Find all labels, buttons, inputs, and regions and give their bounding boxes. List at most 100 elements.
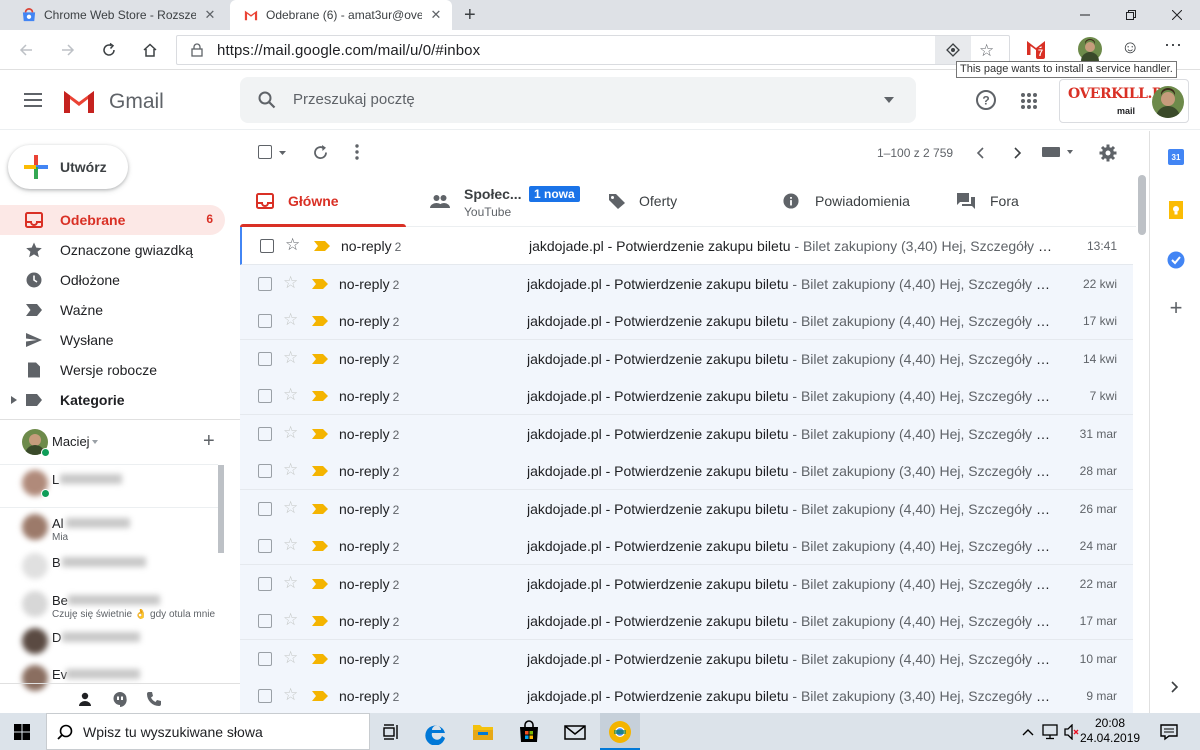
close-window-icon[interactable] [1154,0,1200,30]
row-checkbox[interactable] [258,389,272,403]
tasks-icon[interactable] [1167,251,1185,269]
row-checkbox[interactable] [258,351,272,366]
taskbar-search-input[interactable]: Wpisz tu wyszukiwane słowa [83,724,263,740]
google-apps-icon[interactable] [1020,92,1038,110]
important-marker-icon[interactable] [312,578,328,589]
close-tab-icon[interactable]: ✕ [202,7,218,23]
windows-start-icon[interactable] [14,724,30,740]
gmail-logo-icon[interactable] [62,88,96,114]
volume-muted-icon[interactable] [1064,724,1080,740]
star-toggle-icon[interactable]: ☆ [283,648,298,667]
expand-side-panel-icon[interactable] [1171,681,1179,693]
smiley-feedback-icon[interactable]: ☺ [1121,37,1139,58]
back-icon[interactable] [14,38,38,62]
important-marker-icon[interactable] [312,316,328,326]
important-marker-icon[interactable] [312,278,328,289]
important-marker-icon[interactable] [312,391,328,401]
star-toggle-icon[interactable]: ☆ [283,386,298,404]
phone-tab[interactable] [146,691,162,712]
email-row[interactable]: ☆ no-reply 2 jakdojade.pl - Potwierdzenie z… [240,639,1133,678]
star-toggle-icon[interactable]: ☆ [283,348,298,367]
nav-important[interactable]: Ważne [0,295,225,325]
star-toggle-icon[interactable]: ☆ [283,611,298,629]
mail-app-icon[interactable] [562,719,588,745]
show-hidden-icons[interactable] [1022,728,1034,736]
contact-item[interactable]: D [22,624,222,662]
keep-icon[interactable] [1169,201,1183,219]
nav-drafts[interactable]: Wersje robocze [0,355,225,385]
email-row[interactable]: ☆ no-reply 2 jakdojade.pl - Potwierdzenie z… [240,377,1133,415]
nav-sent[interactable]: Wysłane [0,325,225,355]
taskbar-active-app[interactable] [600,713,640,750]
restore-icon[interactable] [1108,0,1154,30]
status-dropdown-icon[interactable] [92,440,98,444]
row-checkbox[interactable] [258,314,272,328]
service-handler-icon[interactable] [935,36,971,64]
row-checkbox[interactable] [258,576,272,591]
row-checkbox[interactable] [258,464,272,478]
star-toggle-icon[interactable]: ☆ [283,273,298,292]
contact-item[interactable]: L [22,466,222,504]
expand-arrow-icon[interactable] [11,396,17,404]
new-conversation-icon[interactable]: + [203,431,215,451]
email-row[interactable]: ☆ no-reply 2 jakdojade.pl - Potwierdzenie z… [240,602,1133,640]
email-row[interactable]: ☆ no-reply 2 jakdojade.pl - Potwierdzenie z… [240,414,1133,453]
refresh-icon[interactable] [312,144,329,161]
email-row[interactable]: ☆ no-reply 2 jakdojade.pl - Potwierdzenie z… [240,677,1133,713]
email-row[interactable]: ☆ no-reply 2 jakdojade.pl - Potwierdzenie z… [240,564,1133,603]
nav-inbox[interactable]: Odebrane 6 [0,205,225,235]
email-row[interactable]: ☆ no-reply 2 jakdojade.pl - Potwierdzenie z… [240,302,1133,340]
star-toggle-icon[interactable]: ☆ [283,461,298,479]
tab-forums[interactable]: Fora [940,175,1114,227]
row-checkbox[interactable] [260,239,274,253]
tab-chrome-web-store[interactable]: Chrome Web Store - Rozszerzenia ✕ [8,0,226,30]
action-center-icon[interactable] [1160,723,1178,741]
star-toggle-icon[interactable]: ☆ [283,311,298,329]
contact-item[interactable]: Al Mia [22,510,222,548]
minimize-icon[interactable] [1062,0,1108,30]
important-marker-icon[interactable] [312,466,328,476]
search-icon[interactable] [258,91,276,109]
scrollbar-thumb[interactable] [1138,175,1146,235]
home-icon[interactable] [138,38,162,62]
important-marker-icon[interactable] [312,353,328,364]
more-options-icon[interactable] [355,144,359,160]
nav-starred[interactable]: Oznaczone gwiazdką [0,235,225,265]
contact-item[interactable]: Be Czuję się świetnie 👌 gdy otula mnie [22,587,222,625]
email-row[interactable]: ☆ no-reply 2 jakdojade.pl - Potwierdzenie z… [240,452,1133,490]
input-tools-icon[interactable] [1042,146,1076,158]
star-toggle-icon[interactable]: ☆ [283,423,298,442]
tab-primary[interactable]: Główne [240,175,406,227]
help-icon[interactable]: ? [975,89,997,111]
row-checkbox[interactable] [258,276,272,291]
row-checkbox[interactable] [258,426,272,441]
search-options-icon[interactable] [884,97,894,103]
nav-categories[interactable]: Kategorie [0,385,225,415]
hangouts-tab[interactable] [112,691,128,712]
newer-page-icon[interactable] [976,147,984,159]
calendar-icon[interactable]: 31 [1168,149,1184,165]
task-view-icon[interactable] [378,719,404,745]
important-marker-icon[interactable] [312,653,328,664]
star-toggle-icon[interactable]: ☆ [283,498,298,517]
important-marker-icon[interactable] [312,616,328,626]
mail-search-box[interactable]: Przeszukaj pocztę [240,77,916,123]
microsoft-store-icon[interactable] [516,719,542,745]
hangouts-user-name[interactable]: Maciej [52,434,90,449]
row-checkbox[interactable] [258,614,272,628]
row-checkbox[interactable] [258,651,272,666]
account-avatar[interactable] [1152,86,1184,118]
address-bar[interactable]: https://mail.google.com/mail/u/0/#inbox … [176,35,1010,65]
important-marker-icon[interactable] [314,241,330,251]
star-toggle-icon[interactable]: ☆ [283,573,298,592]
gmail-checker-extension-icon[interactable]: 7 [1026,37,1048,59]
important-marker-icon[interactable] [312,541,328,551]
contacts-tab[interactable] [68,684,102,715]
star-toggle-icon[interactable]: ☆ [283,536,298,554]
tab-updates[interactable]: Powiadomienia [766,175,940,227]
nav-snoozed[interactable]: Odłożone [0,265,225,295]
edge-browser-icon[interactable] [424,719,450,745]
close-tab-icon[interactable]: ✕ [428,7,444,23]
row-checkbox[interactable] [258,501,272,516]
taskbar-search-box[interactable]: Wpisz tu wyszukiwane słowa [46,713,370,750]
